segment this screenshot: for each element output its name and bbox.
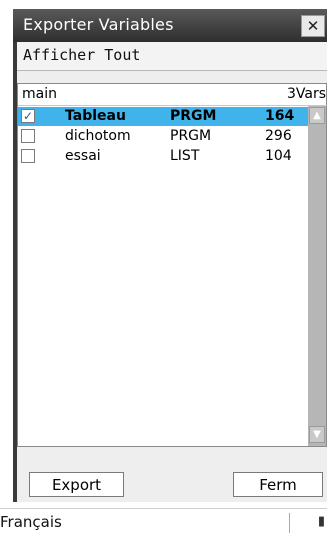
scroll-up-button[interactable]: ▲ [309,107,325,124]
dialog-title: Exporter Variables [23,15,174,34]
export-variables-dialog: Exporter Variables ✕ Afficher Tout main … [13,9,327,502]
row-checkbox[interactable] [21,129,35,143]
dialog-body: Afficher Tout main 3Vars ✓ Tableau PRGM … [17,42,327,502]
close-dialog-button[interactable]: Ferm [233,472,323,497]
title-bar: Exporter Variables ✕ [13,9,327,42]
list-item[interactable]: ✓ Tableau PRGM 164 [18,107,308,126]
row-checkbox[interactable]: ✓ [21,109,35,123]
export-button[interactable]: Export [29,472,124,497]
variable-name: Tableau [65,108,126,124]
status-divider [289,513,290,533]
variable-type: PRGM [170,128,212,144]
folder-var-count: 3Vars [286,86,326,102]
battery-icon: ▮ [317,514,325,529]
variable-type: LIST [170,148,200,164]
close-icon: ✕ [306,17,320,35]
language-indicator[interactable]: Français [0,513,62,531]
variable-size: 296 [265,128,292,144]
arrow-down-icon: ▼ [313,429,321,440]
list-item[interactable]: dichotom PRGM 296 [18,127,308,146]
status-bar: Français ▮ [0,508,327,535]
arrow-up-icon: ▲ [313,110,321,121]
variable-name: dichotom [65,128,131,144]
folder-name: main [22,86,57,102]
list-item[interactable]: essai LIST 104 [18,147,308,166]
variable-type: PRGM [170,108,217,124]
variable-size: 164 [265,108,295,124]
menu-bar: Afficher Tout [17,42,327,71]
vertical-scrollbar[interactable]: ▲ ▼ [308,106,326,446]
close-button[interactable]: ✕ [301,15,325,37]
variable-size: 104 [265,148,292,164]
row-checkbox[interactable] [21,149,35,163]
scroll-down-button[interactable]: ▼ [309,426,325,443]
menu-show-all[interactable]: Afficher Tout [23,46,140,64]
folder-header: main 3Vars [18,84,327,106]
variable-name: essai [65,148,101,164]
variable-list: main 3Vars ✓ Tableau PRGM 164 dichotom P… [17,83,327,447]
